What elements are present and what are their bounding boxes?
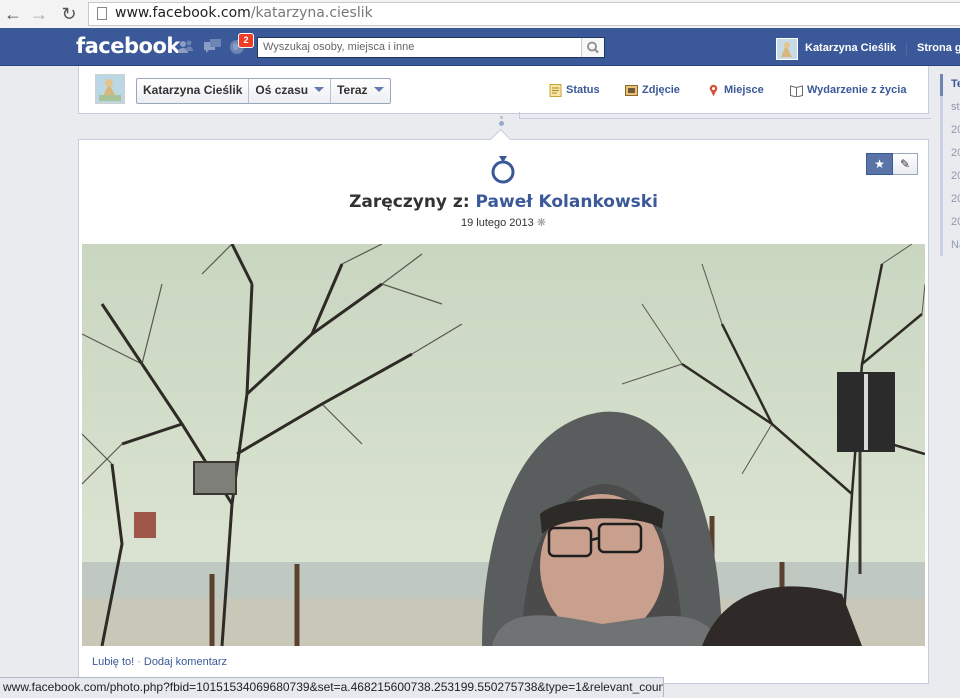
book-icon bbox=[790, 84, 803, 97]
breadcrumb: Katarzyna Cieślik Oś czasu Teraz bbox=[136, 78, 391, 104]
map-pin-icon bbox=[709, 84, 718, 96]
home-link[interactable]: Strona g bbox=[917, 42, 960, 54]
forward-arrow-icon[interactable]: → bbox=[28, 3, 50, 25]
address-bar[interactable]: www.facebook.com/katarzyna.cieslik bbox=[88, 2, 960, 26]
breadcrumb-timeline-label: Oś czasu bbox=[255, 83, 309, 97]
chevron-down-icon bbox=[314, 87, 325, 92]
notifications-globe-icon[interactable]: 2 bbox=[229, 33, 254, 55]
scrubber-item[interactable]: 20 bbox=[951, 147, 960, 159]
engagement-ring-icon bbox=[491, 156, 515, 184]
highlight-star-button[interactable]: ★ bbox=[866, 153, 893, 175]
card-notch bbox=[489, 128, 512, 151]
like-link[interactable]: Lubię to! bbox=[92, 656, 134, 668]
story-feedback: Lubię to! · Dodaj komentarz bbox=[92, 656, 227, 668]
facebook-top-bar: facebook 2 Wyszukaj osoby, miejsca i inn… bbox=[0, 28, 960, 66]
event-date: 19 lutego 2013 ❋ bbox=[79, 216, 928, 229]
timeline-spine bbox=[499, 116, 504, 128]
add-comment-link[interactable]: Dodaj komentarz bbox=[144, 656, 227, 668]
life-event-story: Zaręczyny z: Paweł Kolankowski 19 lutego… bbox=[78, 128, 929, 684]
profile-name: Katarzyna Cieślik bbox=[805, 42, 897, 54]
composer-photo-label: Zdjęcie bbox=[642, 84, 680, 96]
page-icon bbox=[97, 7, 107, 20]
composer-status-button[interactable]: Status bbox=[549, 82, 600, 98]
avatar bbox=[776, 38, 798, 60]
link-status-bar: www.facebook.com/photo.php?fbid=10151534… bbox=[0, 677, 664, 697]
composer-life-event-label: Wydarzenie z życia bbox=[807, 84, 907, 96]
composer-life-event-button[interactable]: Wydarzenie z życia bbox=[790, 82, 906, 98]
breadcrumb-timeline[interactable]: Oś czasu bbox=[249, 79, 332, 103]
breadcrumb-now[interactable]: Teraz bbox=[331, 79, 389, 103]
composer-underline bbox=[519, 112, 931, 119]
back-arrow-icon[interactable]: ← bbox=[2, 3, 24, 25]
event-title-prefix: Zaręczyny z: bbox=[349, 192, 476, 212]
feedback-separator: · bbox=[137, 656, 141, 668]
facebook-logo[interactable]: facebook bbox=[76, 34, 180, 58]
scrubber-item[interactable]: 20 bbox=[951, 193, 960, 205]
scrubber-track bbox=[940, 74, 943, 256]
event-title: Zaręczyny z: Paweł Kolankowski bbox=[79, 192, 928, 212]
search-input[interactable]: Wyszukaj osoby, miejsca i inne bbox=[257, 37, 605, 58]
search-placeholder: Wyszukaj osoby, miejsca i inne bbox=[263, 41, 415, 53]
notifications-badge: 2 bbox=[238, 33, 254, 48]
composer-place-button[interactable]: Miejsce bbox=[707, 82, 764, 98]
scrubber-item[interactable]: Te bbox=[951, 78, 960, 90]
composer-status-label: Status bbox=[566, 84, 600, 96]
scrubber-item[interactable]: Na bbox=[951, 239, 960, 251]
browser-toolbar: ← → ↻ www.facebook.com/katarzyna.cieslik bbox=[0, 0, 960, 29]
photo-icon bbox=[625, 84, 638, 96]
timeline-header: Katarzyna Cieślik Oś czasu Teraz Status … bbox=[78, 66, 931, 119]
scrubber-item[interactable]: 20 bbox=[951, 124, 960, 136]
url-path: /katarzyna.cieslik bbox=[250, 5, 373, 21]
scrubber-item[interactable]: st bbox=[951, 101, 960, 113]
breadcrumb-profile-label: Katarzyna Cieślik bbox=[143, 83, 243, 97]
status-note-icon bbox=[549, 83, 562, 97]
reload-icon[interactable]: ↻ bbox=[58, 3, 80, 25]
scrubber-selected-marker bbox=[940, 74, 943, 96]
messages-icon[interactable] bbox=[204, 39, 221, 55]
timeline-avatar[interactable] bbox=[95, 74, 125, 104]
search-icon bbox=[587, 41, 599, 54]
scrubber-item[interactable]: 20 bbox=[951, 216, 960, 228]
story-actions: ★ ✎ bbox=[866, 153, 918, 175]
address-url[interactable]: www.facebook.com/katarzyna.cieslik bbox=[115, 5, 373, 21]
spine-dot bbox=[499, 121, 504, 126]
story-photo[interactable] bbox=[82, 244, 925, 646]
edit-pencil-button[interactable]: ✎ bbox=[893, 153, 918, 175]
privacy-gear-icon[interactable]: ❋ bbox=[537, 217, 546, 229]
nav-divider bbox=[906, 42, 907, 56]
composer-place-label: Miejsce bbox=[724, 84, 764, 96]
search-button[interactable] bbox=[581, 38, 604, 57]
breadcrumb-profile[interactable]: Katarzyna Cieślik bbox=[137, 79, 250, 103]
chevron-down-icon bbox=[373, 87, 384, 92]
breadcrumb-now-label: Teraz bbox=[337, 83, 368, 97]
composer-photo-button[interactable]: Zdjęcie bbox=[625, 82, 680, 98]
event-date-label[interactable]: 19 lutego 2013 bbox=[461, 217, 534, 229]
event-person-link[interactable]: Paweł Kolankowski bbox=[476, 192, 658, 212]
scrubber-item[interactable]: 20 bbox=[951, 170, 960, 182]
url-host: www.facebook.com bbox=[115, 5, 251, 21]
timeline-scrubber: Te st 20 20 20 20 20 Na bbox=[940, 70, 960, 260]
spine-dot bbox=[500, 116, 503, 119]
friend-requests-icon[interactable] bbox=[178, 39, 194, 55]
